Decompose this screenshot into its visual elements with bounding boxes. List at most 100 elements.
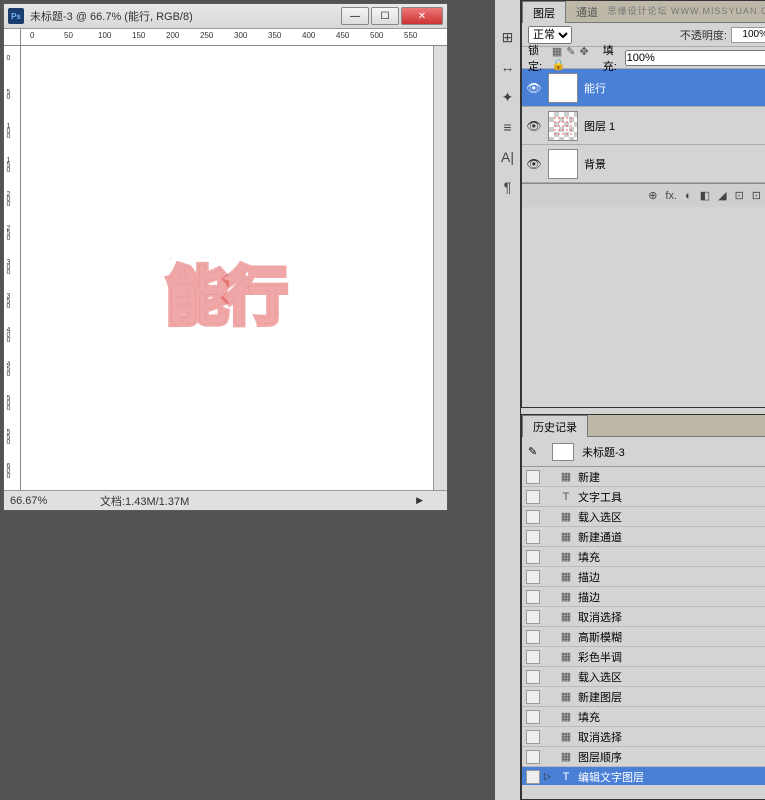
history-checkbox[interactable] [526,470,540,484]
minimize-button[interactable]: — [341,7,369,25]
history-step-label: 描边 [578,589,600,605]
close-button[interactable]: ✕ [401,7,443,25]
history-doc-name: 未标题-3 [582,444,625,460]
history-step-label: 新建图层 [578,689,622,705]
blend-options: 正常 不透明度: ▸ [522,23,765,47]
tool-button[interactable]: ✦ [495,84,520,110]
layer-thumb[interactable]: T [548,73,578,103]
history-checkbox[interactable] [526,670,540,684]
canvas[interactable]: 能行 [21,46,433,490]
visibility-icon[interactable]: 👁 [526,157,542,171]
lock-icons[interactable]: ▦✎✥🔒 [550,45,591,71]
ruler-vertical[interactable]: 050100150200250300350400450500550600 [4,46,21,490]
layer-name[interactable]: 能行 [584,80,765,96]
tab-layers[interactable]: 图层 [522,1,566,23]
layer-thumb[interactable] [548,111,578,141]
titlebar[interactable]: Ps 未标题-3 @ 66.7% (能行, RGB/8) — ☐ ✕ [4,4,447,29]
scrollbar-vertical[interactable] [433,46,447,490]
opacity-input[interactable] [731,27,765,43]
ruler-corner [4,29,21,46]
history-step-label: 文字工具 [578,489,622,505]
history-step-icon: ▦ [558,710,574,723]
history-step-label: 载入选区 [578,509,622,525]
history-item[interactable]: ▦ 新建 [522,467,765,487]
history-checkbox[interactable] [526,630,540,644]
footer-icon[interactable]: ◧ [700,189,710,202]
history-arrow: ▷ [544,771,554,782]
tool-button[interactable]: ↔ [495,54,520,80]
history-step-icon: ▦ [558,470,574,483]
history-step-icon: ▦ [558,550,574,563]
history-step-icon: ▦ [558,510,574,523]
history-checkbox[interactable] [526,710,540,724]
history-document-row[interactable]: ✎ 未标题-3 [522,437,765,467]
visibility-icon[interactable]: 👁 [526,119,542,133]
footer-icon[interactable]: ⊡ [735,189,744,202]
tool-button[interactable]: ¶ [495,174,520,200]
history-step-icon: ▦ [558,630,574,643]
history-item[interactable]: ▦ 取消选择 [522,727,765,747]
layer-item[interactable]: 👁 图层 1 [522,107,765,145]
opacity-label: 不透明度: [680,27,727,43]
history-checkbox[interactable] [526,590,540,604]
history-checkbox[interactable] [526,570,540,584]
history-step-label: 描边 [578,569,600,585]
fill-label: 填充: [603,42,619,74]
document-info[interactable]: 文档:1.43M/1.37M [100,493,189,509]
history-checkbox[interactable] [526,730,540,744]
history-item[interactable]: ▦ 高斯模糊 [522,627,765,647]
maximize-button[interactable]: ☐ [371,7,399,25]
history-step-icon: ▦ [558,570,574,583]
history-item[interactable]: ▦ 描边 [522,587,765,607]
history-item[interactable]: ▦ 填充 [522,707,765,727]
history-checkbox[interactable] [526,490,540,504]
visibility-icon[interactable]: 👁 [526,81,542,95]
history-item[interactable]: ▦ 图层顺序 [522,747,765,767]
fill-input[interactable] [625,50,765,66]
layer-name[interactable]: 图层 1 [584,118,765,134]
history-checkbox[interactable] [526,510,540,524]
watermark: 思缘设计论坛 WWW.MISSYUAN.COM [607,4,765,17]
history-item[interactable]: ▦ 彩色半调 [522,647,765,667]
layer-name[interactable]: 背景 [584,156,765,172]
history-list[interactable]: ▦ 新建 T 文字工具 ▦ 载入选区 ▦ 新建通道 ▦ 填充 ▦ 描边 ▦ 描边… [522,467,765,785]
history-item[interactable]: T 文字工具 [522,487,765,507]
history-checkbox[interactable] [526,770,540,784]
footer-icon[interactable]: ◢ [718,189,726,202]
history-step-label: 图层顺序 [578,749,622,765]
history-step-label: 新建 [578,469,600,485]
history-item[interactable]: ▦ 载入选区 [522,507,765,527]
tool-button[interactable]: A| [495,144,520,170]
footer-icon[interactable]: ⊡ [752,189,761,202]
ruler-horizontal[interactable]: 050100150200250300350400450500550 [21,29,447,46]
tab-channels[interactable]: 通道 [566,1,608,22]
zoom-level[interactable]: 66.67% [10,495,80,507]
history-item[interactable]: ▦ 载入选区 [522,667,765,687]
canvas-text: 能行 [166,246,284,336]
history-checkbox[interactable] [526,650,540,664]
history-item[interactable]: ▷ T 编辑文字图层 [522,767,765,785]
history-item[interactable]: ▦ 新建图层 [522,687,765,707]
history-item[interactable]: ▦ 新建通道 [522,527,765,547]
history-item[interactable]: ▦ 填充 [522,547,765,567]
layer-item[interactable]: 👁 背景 🔒 [522,145,765,183]
layer-item[interactable]: 👁 T 能行 [522,69,765,107]
history-checkbox[interactable] [526,530,540,544]
history-item[interactable]: ▦ 取消选择 [522,607,765,627]
info-arrow-icon[interactable]: ▶ [416,495,423,506]
layer-thumb[interactable] [548,149,578,179]
footer-icon[interactable]: ◐ [685,190,692,202]
tab-history[interactable]: 历史记录 [522,415,588,437]
history-checkbox[interactable] [526,550,540,564]
history-panel: 历史记录 ▾≡ ✎ 未标题-3 ▦ 新建 T 文字工具 ▦ 载入选区 ▦ 新建通… [521,414,765,800]
history-step-icon: ▦ [558,650,574,663]
history-checkbox[interactable] [526,750,540,764]
history-checkbox[interactable] [526,690,540,704]
footer-icon[interactable]: fx. [665,190,677,202]
footer-icon[interactable]: ⊕ [648,189,657,202]
history-item[interactable]: ▦ 描边 [522,567,765,587]
history-checkbox[interactable] [526,610,540,624]
layers-footer: ⊕fx.◐◧◢⊡⊡🗑 [522,183,765,207]
tool-button[interactable]: ≡ [495,114,520,140]
tool-button[interactable]: ⊞ [495,24,520,50]
